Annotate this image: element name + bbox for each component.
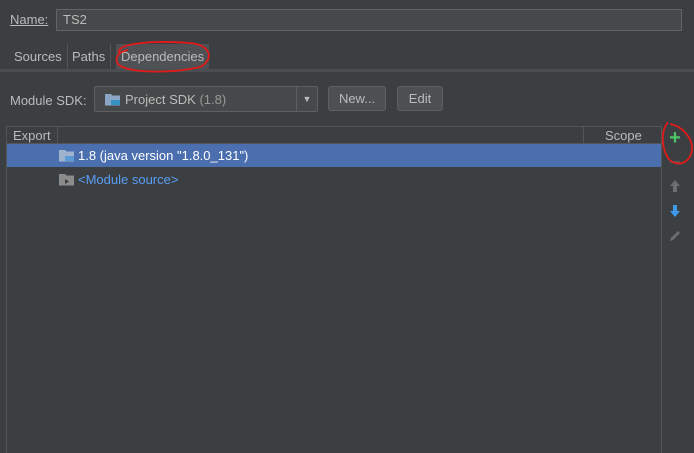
- sdk-folder-icon: [105, 93, 121, 109]
- tab-sources[interactable]: Sources: [9, 44, 68, 70]
- plus-icon[interactable]: +: [665, 128, 685, 148]
- module-source-folder-icon: [59, 173, 75, 189]
- dependencies-table-header: Export Scope: [6, 126, 662, 144]
- column-scope[interactable]: Scope: [605, 128, 642, 143]
- new-sdk-button[interactable]: New...: [328, 86, 386, 111]
- table-row[interactable]: <Module source>: [7, 168, 661, 191]
- row-label: 1.8 (java version "1.8.0_131"): [78, 148, 249, 163]
- chevron-down-icon[interactable]: ▼: [296, 87, 317, 111]
- pencil-icon[interactable]: [665, 229, 685, 249]
- name-label-text: Name:: [10, 12, 49, 27]
- column-separator: [57, 127, 58, 143]
- table-row[interactable]: 1.8 (java version "1.8.0_131"): [7, 144, 661, 167]
- column-separator: [583, 127, 584, 143]
- jdk-folder-icon: [59, 149, 75, 165]
- name-label: Name:: [10, 12, 48, 27]
- arrow-up-icon[interactable]: [665, 179, 685, 199]
- column-export[interactable]: Export: [13, 128, 51, 143]
- tab-paths[interactable]: Paths: [67, 44, 112, 70]
- module-sdk-label: Module SDK:: [10, 93, 87, 108]
- name-field[interactable]: TS2: [56, 9, 682, 31]
- minus-icon[interactable]: [665, 152, 685, 172]
- tab-dependencies[interactable]: Dependencies: [116, 44, 210, 70]
- module-sdk-combobox[interactable]: Project SDK (1.8) ▼: [94, 86, 318, 112]
- dependencies-table[interactable]: 1.8 (java version "1.8.0_131") <Module s…: [6, 144, 662, 453]
- tab-strip-divider: [0, 69, 694, 72]
- edit-sdk-button[interactable]: Edit: [397, 86, 443, 111]
- module-sdk-value: Project SDK (1.8): [125, 92, 227, 107]
- row-label: <Module source>: [78, 172, 179, 187]
- arrow-down-icon[interactable]: [665, 204, 685, 224]
